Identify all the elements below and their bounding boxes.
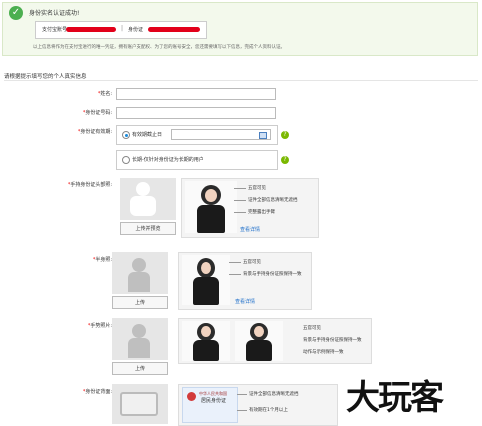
tip-line xyxy=(234,212,246,213)
gesture-placeholder xyxy=(112,318,168,360)
id-number-input[interactable] xyxy=(116,107,276,119)
id-label: 身份证 xyxy=(128,27,144,33)
person-face xyxy=(201,326,211,337)
tip-line xyxy=(234,200,246,201)
placeholder-body xyxy=(128,272,150,292)
account-info-box: 支付宝账号 | 身份证 xyxy=(35,21,207,39)
divider xyxy=(4,80,478,81)
help-icon[interactable]: ? xyxy=(281,131,289,139)
tip-line xyxy=(237,410,247,411)
placeholder-body xyxy=(128,338,150,358)
tip-text: 动作与示例保持一致 xyxy=(303,350,344,355)
tip-text: 五官可见 xyxy=(248,186,266,191)
handheld-example: 五官可见 证件全部信息清晰无遮挡 完整露出手臂 查看详情 xyxy=(181,178,319,238)
account-label: 支付宝账号 xyxy=(42,27,68,33)
view-details-link[interactable]: 查看详情 xyxy=(235,298,255,305)
expiry-date-input[interactable] xyxy=(171,129,271,140)
person-face xyxy=(254,326,264,337)
watermark-logo: 大玩客 xyxy=(346,378,444,418)
gesture-example: 五官可见 背景与手持身份证照保持一致 动作与示例保持一致 xyxy=(178,318,372,364)
id-number-label: *身份证号码: xyxy=(82,110,112,116)
tip-text: 背景与手持身份证照保持一致 xyxy=(303,338,362,343)
validity-option-until[interactable]: 有效期截止日 xyxy=(116,125,278,145)
person-face xyxy=(201,262,211,274)
tip-text: 有效期在1个月以上 xyxy=(249,408,288,413)
success-banner: ✓ 身份实名认证成功! 支付宝账号 | 身份证 以上信息将作为在支付宝进行的唯一… xyxy=(2,2,478,56)
tip-line xyxy=(234,188,246,189)
person-body xyxy=(193,340,219,361)
redaction-mark xyxy=(148,27,200,32)
id-back-example: 中华人民共和国 居民身份证 证件全部信息清晰无遮挡 有效期在1个月以上 xyxy=(178,384,338,426)
example-photo xyxy=(182,321,230,361)
check-icon: ✓ xyxy=(9,6,23,20)
option-longterm-label: 长期-仅针对身份证为长期的用户 xyxy=(132,157,204,163)
emblem-icon xyxy=(187,392,196,401)
half-body-placeholder xyxy=(112,252,168,294)
handheld-placeholder xyxy=(120,178,176,220)
section-title: 请根据提示填写您的个人真实信息 xyxy=(4,74,87,80)
handheld-label: *手持身份证头部照: xyxy=(67,182,112,188)
id-card-sample: 中华人民共和国 居民身份证 xyxy=(182,387,238,423)
example-photo xyxy=(185,181,237,233)
id-back-placeholder xyxy=(112,384,168,424)
example-photo xyxy=(235,321,283,361)
id-back-label: *身份证背面: xyxy=(82,389,112,395)
half-body-label: *半身照: xyxy=(92,257,112,263)
tip-text: 证件全部信息清晰无遮挡 xyxy=(249,392,299,397)
tip-text: 背景与手持身份证照保持一致 xyxy=(243,272,302,277)
half-body-example: 五官可见 背景与手持身份证照保持一致 查看详情 xyxy=(178,252,312,310)
tip-text: 五官可见 xyxy=(303,326,321,331)
tip-line xyxy=(229,262,241,263)
id-card-icon xyxy=(120,392,158,416)
upload-gesture-button[interactable]: 上传 xyxy=(112,362,168,375)
example-photo xyxy=(182,255,230,305)
person-body xyxy=(197,205,225,233)
upload-half-body-button[interactable]: 上传 xyxy=(112,296,168,309)
id-card-subtitle: 居民身份证 xyxy=(201,398,227,404)
tip-text: 证件全部信息清晰无遮挡 xyxy=(248,198,298,203)
person-body xyxy=(193,277,219,305)
name-input[interactable] xyxy=(116,88,276,100)
tip-text: 完整露出手臂 xyxy=(248,210,275,215)
banner-note: 以上信息将作为在支付宝进行的唯一凭证，拥有账户支配权、为了您的账号安全，您还需要… xyxy=(33,45,285,50)
placeholder-head xyxy=(132,324,146,338)
radio-longterm[interactable] xyxy=(122,156,130,164)
tip-line xyxy=(229,274,241,275)
upload-preview-button[interactable]: 上传并预览 xyxy=(120,222,176,235)
placeholder-body xyxy=(130,196,156,216)
tip-text: 五官可见 xyxy=(243,260,261,265)
placeholder-head xyxy=(132,258,146,272)
help-icon[interactable]: ? xyxy=(281,156,289,164)
validity-option-longterm[interactable]: 长期-仅针对身份证为长期的用户 xyxy=(116,150,278,170)
person-face xyxy=(205,189,217,202)
redaction-mark xyxy=(66,27,116,32)
option-until-label: 有效期截止日 xyxy=(132,132,163,138)
tip-line xyxy=(237,394,247,395)
radio-until[interactable] xyxy=(122,131,130,139)
person-body xyxy=(246,340,272,361)
name-label: *姓名: xyxy=(97,91,112,97)
placeholder-head xyxy=(136,182,150,196)
success-title: 身份实名认证成功! xyxy=(29,10,80,17)
separator: | xyxy=(121,25,124,32)
gesture-label: *手势照片: xyxy=(87,323,112,329)
view-details-link[interactable]: 查看详情 xyxy=(240,226,260,233)
validity-label: *身份证有效期: xyxy=(77,129,112,135)
calendar-icon[interactable] xyxy=(259,132,267,139)
